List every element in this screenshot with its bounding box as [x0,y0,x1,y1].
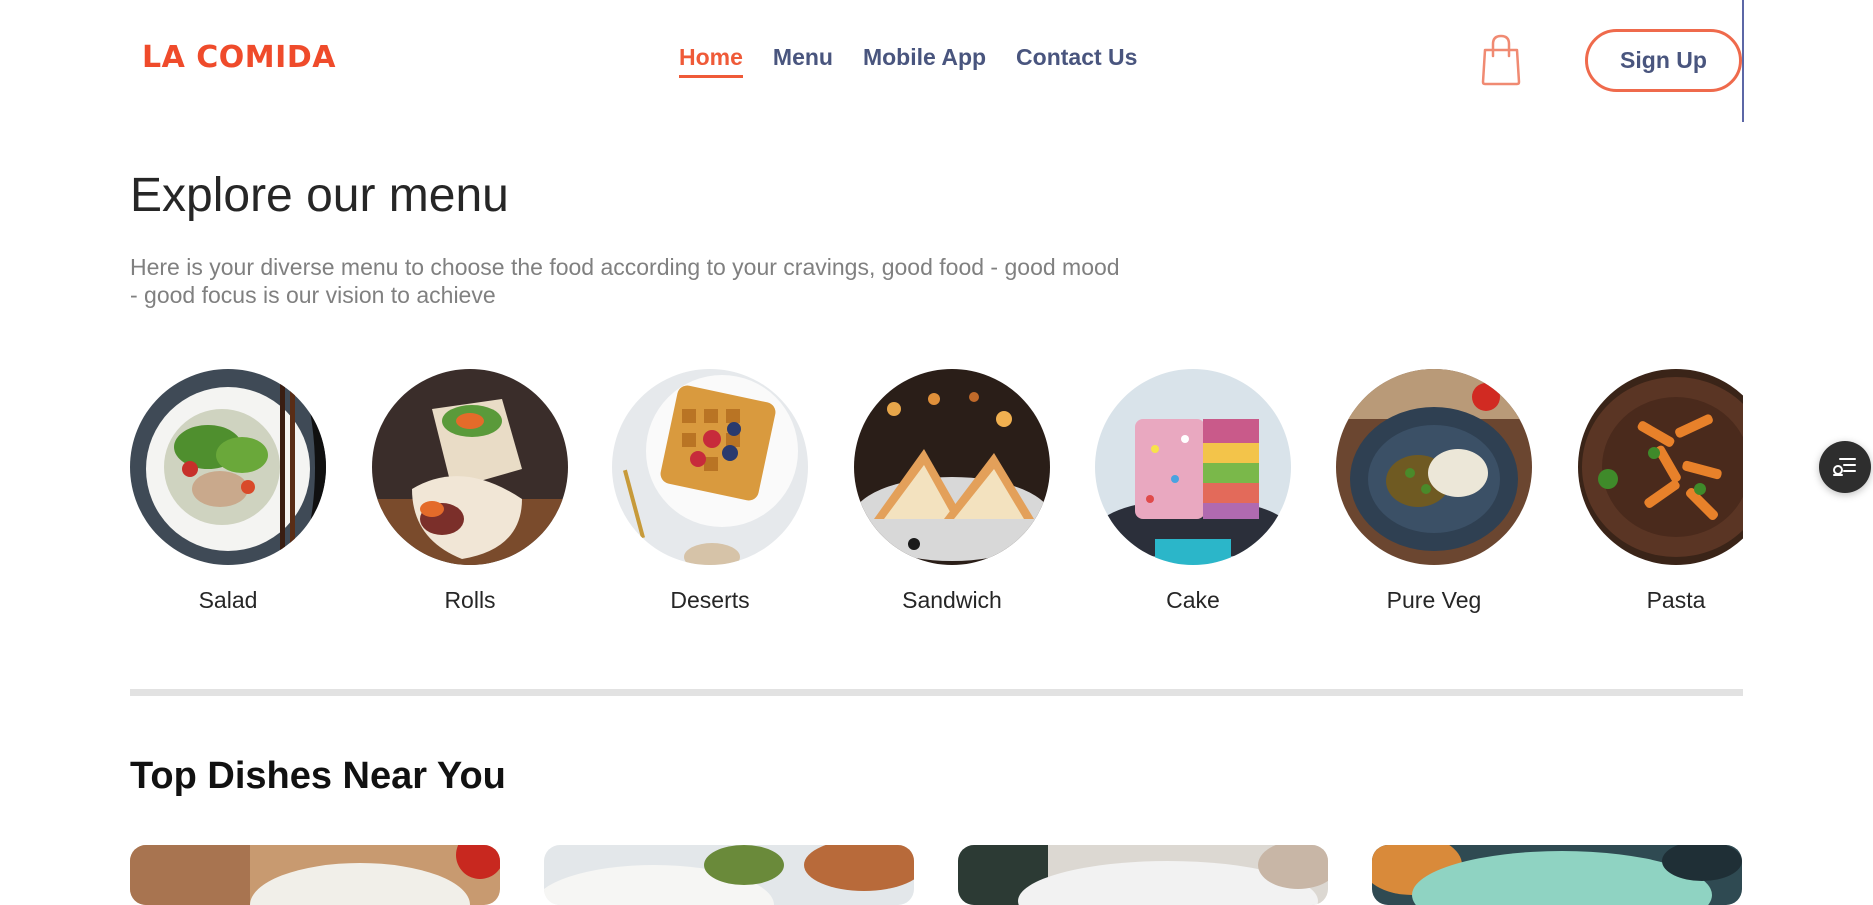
menu-item-rolls[interactable]: Rolls [372,369,568,614]
shopping-bag-icon[interactable] [1481,34,1521,86]
menu-item-label: Rolls [444,587,496,613]
page: LA COMIDA Home Menu Mobile App Contact U… [0,0,1873,905]
dish-card[interactable] [130,845,500,905]
nav-mobile-app[interactable]: Mobile App [863,44,986,78]
nav-menu[interactable]: Menu [773,44,833,78]
menu-item-label: Salad [198,587,258,613]
nav-home[interactable]: Home [679,44,743,78]
dish-card[interactable] [958,845,1328,905]
menu-item-label: Pure Veg [1386,587,1482,613]
cake-image [1095,369,1291,565]
menu-item-label: Deserts [670,587,750,613]
logo[interactable]: LA COMIDA [142,40,336,75]
menu-item-label: Pasta [1646,587,1706,613]
section-divider [130,689,1743,696]
pure-veg-image [1336,369,1532,565]
sandwich-image [854,369,1050,565]
deserts-image [612,369,808,565]
menu-item-pure-veg[interactable]: Pure Veg [1336,369,1532,614]
dish-card[interactable] [544,845,914,905]
main-nav: Home Menu Mobile App Contact Us [679,44,1137,78]
explore-title: Explore our menu [130,169,509,222]
top-dishes-title: Top Dishes Near You [130,755,506,797]
pasta-image [1578,369,1743,565]
menu-category-list: Salad Rolls Deserts Sandwich Cake Pure V… [130,369,1743,624]
menu-item-pasta[interactable]: Pasta [1578,369,1743,614]
divider-line [1742,0,1744,122]
menu-item-label: Sandwich [902,587,1002,613]
settings-list-icon[interactable] [1819,441,1871,493]
rolls-image [372,369,568,565]
explore-description: Here is your diverse menu to choose the … [130,254,1120,308]
menu-item-label: Cake [1166,587,1220,613]
nav-contact-us[interactable]: Contact Us [1016,44,1137,78]
salad-image [130,369,326,565]
menu-item-cake[interactable]: Cake [1095,369,1291,614]
sign-up-button[interactable]: Sign Up [1585,29,1742,92]
menu-item-sandwich[interactable]: Sandwich [854,369,1050,614]
menu-item-salad[interactable]: Salad [130,369,326,614]
menu-item-deserts[interactable]: Deserts [612,369,808,614]
dish-card[interactable] [1372,845,1742,905]
